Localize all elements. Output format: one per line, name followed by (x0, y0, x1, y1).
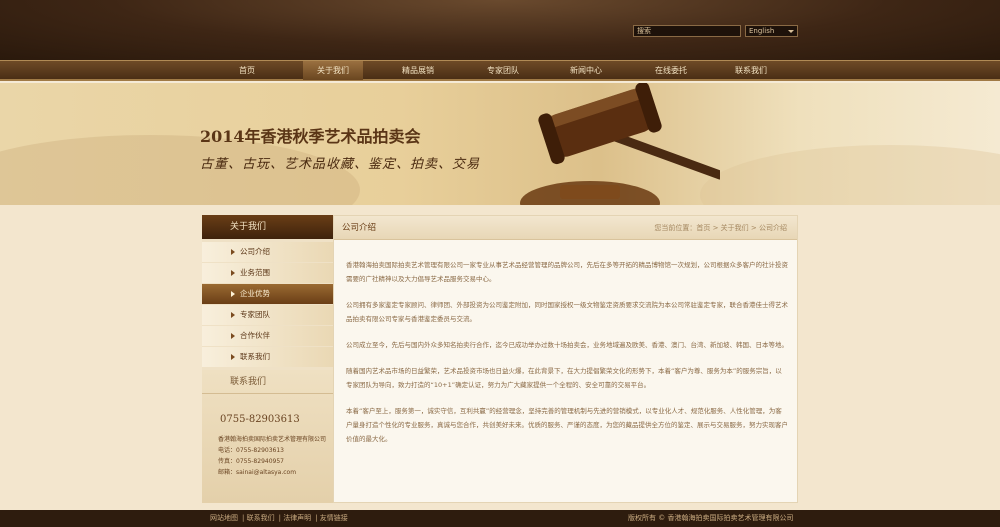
sidebar-item-intro[interactable]: 公司介绍 (202, 242, 333, 262)
nav-contact[interactable]: 联系我们 (721, 61, 781, 80)
arrow-right-icon (231, 333, 235, 339)
content-paragraph: 香港翰海拍卖国际拍卖艺术管理有限公司一家专业从事艺术品经营管理的品牌公司，先后在… (346, 261, 788, 283)
footer-links: 网站地图 | 联系我们 | 法律声明 | 友情链接 (210, 514, 348, 522)
banner: 2014年香港秋季艺术品拍卖会 古董、古玩、艺术品收藏、鉴定、拍卖、交易 (0, 83, 1000, 205)
content-paragraph: 本着“客户至上，服务第一，诚实守信，互利共赢”的经营理念，坚持完善的管理机制与先… (346, 407, 788, 443)
content-body: 香港翰海拍卖国际拍卖艺术管理有限公司一家专业从事艺术品经营管理的品牌公司，先后在… (346, 258, 788, 458)
banner-subtitle: 古董、古玩、艺术品收藏、鉴定、拍卖、交易 (200, 157, 481, 172)
sidebar-item-label: 公司介绍 (240, 247, 270, 256)
contact-fax: 传真：0755-82940957 (218, 458, 284, 465)
nav-products[interactable]: 精品展销 (388, 61, 448, 80)
content-paragraph: 公司成立至今，先后与国内外众多知名拍卖行合作，迄今已成功举办过数十场拍卖会，业务… (346, 341, 788, 349)
content-paragraph: 公司拥有多家鉴定专家顾问、律师团、外部投资为公司鉴定附加，同时国家授权一级文物鉴… (346, 301, 788, 323)
contact-title: 联系我们 (202, 370, 333, 394)
sidebar: 关于我们 公司介绍 业务范围 企业优势 专家团队 合作伙伴 联系我们 联系我们 … (202, 215, 333, 503)
nav-experts[interactable]: 专家团队 (473, 61, 533, 80)
main-area: 关于我们 公司介绍 业务范围 企业优势 专家团队 合作伙伴 联系我们 联系我们 … (0, 205, 1000, 510)
sidebar-item-label: 业务范围 (240, 268, 270, 277)
chevron-down-icon (788, 30, 794, 33)
sidebar-item-business[interactable]: 业务范围 (202, 263, 333, 283)
footer-link-contact[interactable]: 联系我们 (247, 514, 275, 522)
nav-consign[interactable]: 在线委托 (641, 61, 701, 80)
content-panel: 公司介绍 您当前位置：首页 > 关于我们 > 公司介绍 香港翰海拍卖国际拍卖艺术… (333, 215, 798, 503)
sidebar-item-label: 联系我们 (240, 352, 270, 361)
contact-tel: 电话：0755-82903613 (218, 447, 284, 454)
sidebar-list: 公司介绍 业务范围 企业优势 专家团队 合作伙伴 联系我们 (202, 239, 333, 367)
nav-home[interactable]: 首页 (217, 61, 277, 80)
breadcrumb[interactable]: 您当前位置：首页 > 关于我们 > 公司介绍 (654, 216, 787, 240)
language-select[interactable]: English (745, 25, 798, 37)
sidebar-item-label: 合作伙伴 (240, 331, 270, 340)
nav-about[interactable]: 关于我们 (303, 61, 363, 80)
arrow-right-icon (231, 291, 235, 297)
sidebar-item-partners[interactable]: 合作伙伴 (202, 326, 333, 346)
main-nav: 首页 关于我们 精品展销 专家团队 新闻中心 在线委托 联系我们 (0, 60, 1000, 81)
sidebar-item-label: 企业优势 (240, 289, 270, 298)
language-label: English (749, 27, 775, 35)
footer: 网站地图 | 联系我们 | 法律声明 | 友情链接 版权所有 © 香港翰海拍卖国际拍卖… (0, 510, 1000, 527)
banner-title: 2014年香港秋季艺术品拍卖会 (200, 127, 421, 146)
arrow-right-icon (231, 354, 235, 360)
contact-phone: 0755-82903613 (220, 414, 300, 425)
banner-hill (700, 145, 1000, 205)
header: 搜索 English (0, 0, 1000, 60)
copyright: 版权所有 © 香港翰海拍卖国际拍卖艺术管理有限公司 (628, 514, 794, 522)
sidebar-item-advantages[interactable]: 企业优势 (202, 284, 333, 304)
gavel-icon (520, 83, 720, 205)
content-title: 公司介绍 (342, 223, 377, 233)
footer-link-friends[interactable]: 友情链接 (320, 514, 348, 522)
sidebar-item-experts[interactable]: 专家团队 (202, 305, 333, 325)
contact-company: 香港翰海拍卖国际拍卖艺术管理有限公司 (218, 436, 327, 443)
search-input[interactable]: 搜索 (633, 25, 741, 37)
arrow-right-icon (231, 312, 235, 318)
contact-info: 香港翰海拍卖国际拍卖艺术管理有限公司 电话：0755-82903613 传真：0… (218, 434, 330, 478)
footer-link-legal[interactable]: 法律声明 (283, 514, 311, 522)
arrow-right-icon (231, 249, 235, 255)
sidebar-item-contact[interactable]: 联系我们 (202, 347, 333, 367)
sidebar-item-label: 专家团队 (240, 310, 270, 319)
contact-box: 联系我们 0755-82903613 香港翰海拍卖国际拍卖艺术管理有限公司 电话… (202, 370, 333, 503)
arrow-right-icon (231, 270, 235, 276)
content-header: 公司介绍 您当前位置：首页 > 关于我们 > 公司介绍 (334, 216, 797, 240)
footer-link-sitemap[interactable]: 网站地图 (210, 514, 238, 522)
content-paragraph: 随着国内艺术品市场的日益繁荣，艺术品投资市场也日益火爆，在此背景下，在大力提倡繁… (346, 367, 782, 389)
contact-email[interactable]: 邮箱：sainai@altasya.com (218, 467, 330, 478)
nav-news[interactable]: 新闻中心 (556, 61, 616, 80)
sidebar-title: 关于我们 (202, 215, 333, 239)
